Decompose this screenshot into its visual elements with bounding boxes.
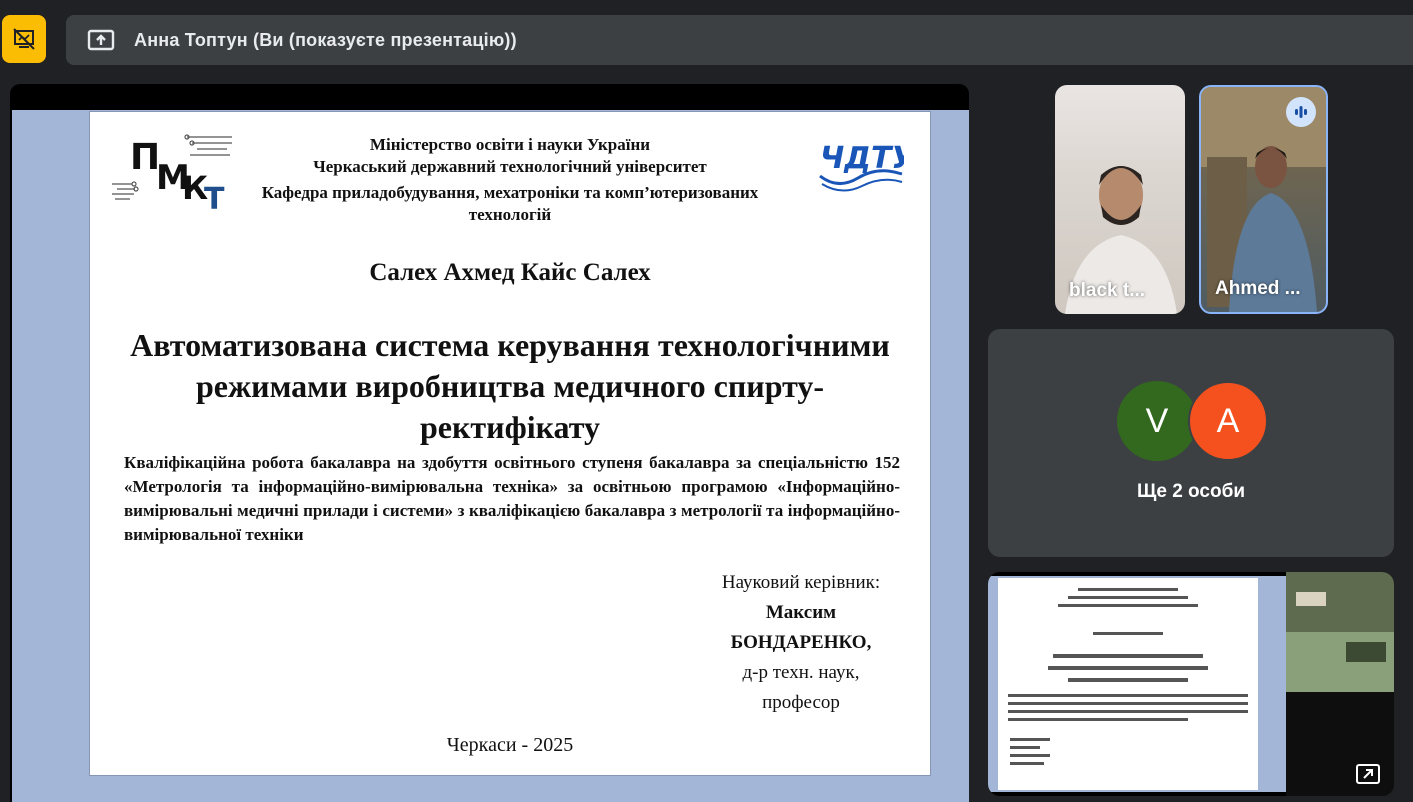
mini-slide-thumbnail [998,578,1258,790]
participant-name: black t... [1069,280,1146,301]
participant-name: Ahmed ... [1215,278,1301,299]
speaking-indicator-icon [1286,97,1316,127]
university-line: Черкаський державний технологічний уніве… [313,157,707,176]
qualification-text: Кваліфікаційна робота бакалавра на здобу… [124,453,900,544]
supervisor-title: професор [762,692,840,713]
supervisor-label: Науковий керівник: [721,572,881,593]
self-name: Анна Топтун [1004,767,1108,787]
author-name: Салех Ахмед Кайс Салех [369,259,651,286]
chdtu-logo: ЧДТУ [819,141,904,192]
self-view-tile[interactable]: Анна Топтун [988,572,1394,796]
presentation-banner[interactable]: Анна Топтун (Ви (показуєте презентацію)) [66,15,1413,65]
presentation-stage[interactable]: П М К Т Міністерство освіти і науки Укра… [10,84,969,802]
participant-tile-active[interactable]: Ahmed ... [1199,85,1328,314]
thesis-title: Автоматизована система керування техноло… [130,327,890,445]
supervisor-last-name: БОНДАРЕНКО, [730,632,872,653]
department-line: Кафедра приладобудування, мехатроніки та… [261,183,759,224]
slide: П М К Т Міністерство освіти і науки Укра… [89,111,931,776]
participant-tile[interactable]: black t... [1055,85,1185,314]
supervisor-first-name: Максим [765,602,837,623]
pmkt-logo: П М К Т [112,134,232,209]
more-participants-label: Ще 2 особи [1137,481,1245,502]
svg-text:Т: Т [204,182,225,209]
supervisor-degree: д-р техн. наук, [742,662,860,683]
presentation-title: Анна Топтун (Ви (показуєте презентацію)) [134,29,517,50]
ministry-line: Міністерство освіти і науки України [369,135,651,154]
supervisor-block: Науковий керівник: Максим БОНДАРЕНКО, д-… [696,568,906,718]
presentation-off-icon [13,28,35,50]
avatar: A [1188,381,1268,461]
more-participants-tile[interactable]: V A Ще 2 особи [988,329,1394,557]
present-screen-icon [86,28,116,52]
stop-presenting-button[interactable] [2,15,46,63]
expand-self-view-icon[interactable] [1356,764,1380,784]
self-camera-feed [1286,572,1394,796]
city-year: Черкаси - 2025 [446,734,574,756]
avatar: V [1117,381,1197,461]
